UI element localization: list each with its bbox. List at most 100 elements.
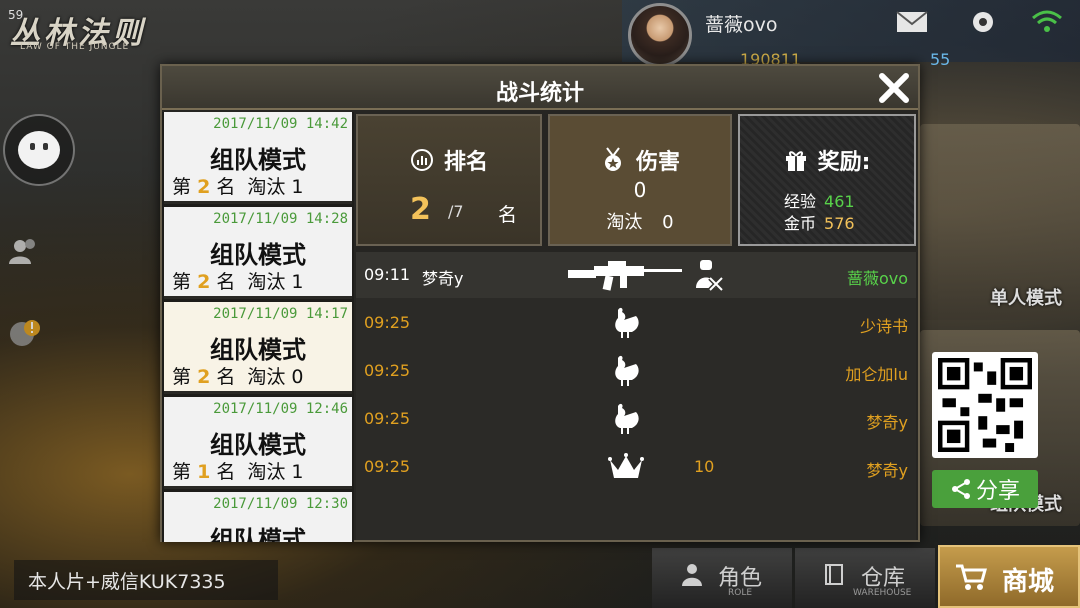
chicken-icon [615, 307, 639, 338]
close-icon[interactable] [876, 70, 912, 106]
logo-subtitle: LAW OF THE JUNGLE [20, 42, 130, 52]
elim-count: 1 [291, 176, 304, 198]
match-result: 第 2 名 淘汰 1 [172, 267, 348, 294]
rank-number: 1 [197, 461, 211, 483]
match-mode: 组队模式 [210, 241, 306, 269]
exp-value: 461 [824, 192, 855, 211]
elim-label: 淘汰 [247, 271, 286, 293]
feed-victim: 加仑加lu [845, 365, 908, 384]
battle-stats-modal: 战斗统计 2017/11/09 14:42 组队模式 第 2 名 淘汰 1 20… [160, 64, 920, 542]
damage-label: 伤害 [635, 150, 680, 175]
avatar[interactable] [628, 3, 692, 67]
chat-input[interactable]: 本人片+威信KUK7335 [14, 560, 278, 600]
rank-value: 2 [410, 192, 431, 227]
match-result: 第 1 名 淘汰 1 [172, 457, 348, 484]
match-item[interactable]: 2017/11/09 14:42 组队模式 第 2 名 淘汰 1 [164, 112, 352, 204]
match-history-list[interactable]: 2017/11/09 14:42 组队模式 第 2 名 淘汰 1 2017/11… [162, 112, 354, 542]
exp-label: 经验 [784, 192, 817, 211]
match-item[interactable]: 2017/11/09 12:30 组队模式 [164, 492, 352, 542]
single-mode-card[interactable]: 单人模式 [920, 124, 1080, 320]
elim-count: 0 [291, 366, 304, 388]
elimination-value: 0 [662, 212, 674, 233]
rifle-kill-icon [568, 261, 682, 291]
alert-icon[interactable] [6, 314, 42, 350]
warehouse-button[interactable]: 仓库 WAREHOUSE [795, 548, 935, 608]
chicken-icon [615, 355, 639, 386]
modal-header: 战斗统计 [162, 66, 918, 110]
game-logo: 丛林法则 LAW OF THE JUNGLE [8, 2, 193, 54]
match-item[interactable]: 2017/11/09 14:28 组队模式 第 2 名 淘汰 1 [164, 207, 352, 299]
damage-panel: 伤害 0 淘汰 0 [548, 114, 732, 246]
gear-icon[interactable] [966, 8, 1000, 36]
feed-time: 09:25 [364, 457, 411, 476]
gold-value: 576 [824, 214, 855, 233]
mail-icon[interactable] [895, 8, 929, 36]
rank-total: /7 [448, 202, 464, 221]
feed-victim: 梦奇y [866, 413, 908, 432]
exp-reward: 经验 461 [784, 188, 855, 212]
rank-suffix: 名 [216, 461, 236, 483]
rank-suffix: 名 [216, 176, 236, 198]
rank-unit: 名 [498, 204, 518, 226]
feed-time: 09:11 [364, 265, 411, 284]
book-icon [825, 564, 843, 585]
rank-header: 排名 [358, 144, 540, 176]
share-button[interactable]: 分享 [932, 470, 1038, 508]
reward-panel: 奖励: 经验 461 金币 576 [738, 114, 916, 246]
warehouse-sublabel: WAREHOUSE [853, 588, 912, 598]
wifi-icon [1032, 10, 1062, 32]
friends-icon[interactable] [6, 234, 42, 270]
rank-number: 2 [197, 176, 211, 198]
person-icon [682, 564, 702, 586]
feed-victim: 梦奇y [866, 461, 908, 480]
match-item[interactable]: 2017/11/09 12:46 组队模式 第 1 名 淘汰 1 [164, 397, 352, 489]
elim-label: 淘汰 [247, 366, 286, 388]
match-mode: 组队模式 [210, 526, 306, 542]
elimination-label: 淘汰 [606, 212, 643, 233]
cart-icon [956, 564, 987, 590]
match-mode: 组队模式 [210, 336, 306, 364]
chicken-icon [615, 403, 639, 434]
rank-icon [410, 149, 433, 171]
role-sublabel: ROLE [728, 588, 753, 598]
match-date: 2017/11/09 14:28 [213, 211, 348, 227]
damage-value: 0 [633, 178, 647, 202]
feed-time: 09:25 [364, 409, 411, 428]
damage-header: 伤害 [550, 144, 730, 176]
eliminated-player-icon [696, 260, 724, 292]
gift-icon [785, 151, 806, 171]
shop-button[interactable]: 商城 [938, 545, 1080, 608]
rank-number: 2 [197, 271, 211, 293]
feed-killer: 梦奇y [422, 269, 464, 288]
medal-icon [604, 147, 621, 171]
kill-feed: 09:11 梦奇y 蔷薇ovo 09:25 少诗书 09:25 加仑加lu 09… [356, 252, 916, 540]
match-date: 2017/11/09 14:17 [213, 306, 348, 322]
gem-count: 55 [930, 50, 951, 69]
feed-time: 09:25 [364, 313, 411, 332]
match-item-selected[interactable]: 2017/11/09 14:17 组队模式 第 2 名 淘汰 0 [164, 302, 352, 394]
rank-prefix: 第 [172, 366, 192, 388]
feed-row: 09:11 梦奇y 蔷薇ovo [356, 252, 916, 298]
rank-number: 2 [197, 366, 211, 388]
rank-suffix: 名 [216, 366, 236, 388]
reward-label: 奖励: [817, 150, 871, 175]
feed-row: 09:25 10 梦奇y [356, 444, 916, 490]
match-mode: 组队模式 [210, 431, 306, 459]
elim-count: 1 [291, 271, 304, 293]
rank-prefix: 第 [172, 461, 192, 483]
gold-label: 金币 [784, 214, 817, 233]
feed-row: 09:25 少诗书 [356, 300, 916, 346]
qr-code [932, 352, 1038, 458]
chat-button[interactable] [3, 114, 75, 186]
elim-label: 淘汰 [247, 176, 286, 198]
elim-label: 淘汰 [247, 461, 286, 483]
rank-suffix: 名 [216, 271, 236, 293]
modal-title: 战斗统计 [495, 81, 584, 106]
match-mode: 组队模式 [210, 146, 306, 174]
crown-icon [608, 453, 644, 478]
match-date: 2017/11/09 12:46 [213, 401, 348, 417]
rank-panel: 排名 2 /7 名 [356, 114, 542, 246]
match-date: 2017/11/09 14:42 [213, 116, 348, 132]
match-result: 第 2 名 淘汰 0 [172, 362, 348, 389]
role-button[interactable]: 角色 ROLE [652, 548, 792, 608]
